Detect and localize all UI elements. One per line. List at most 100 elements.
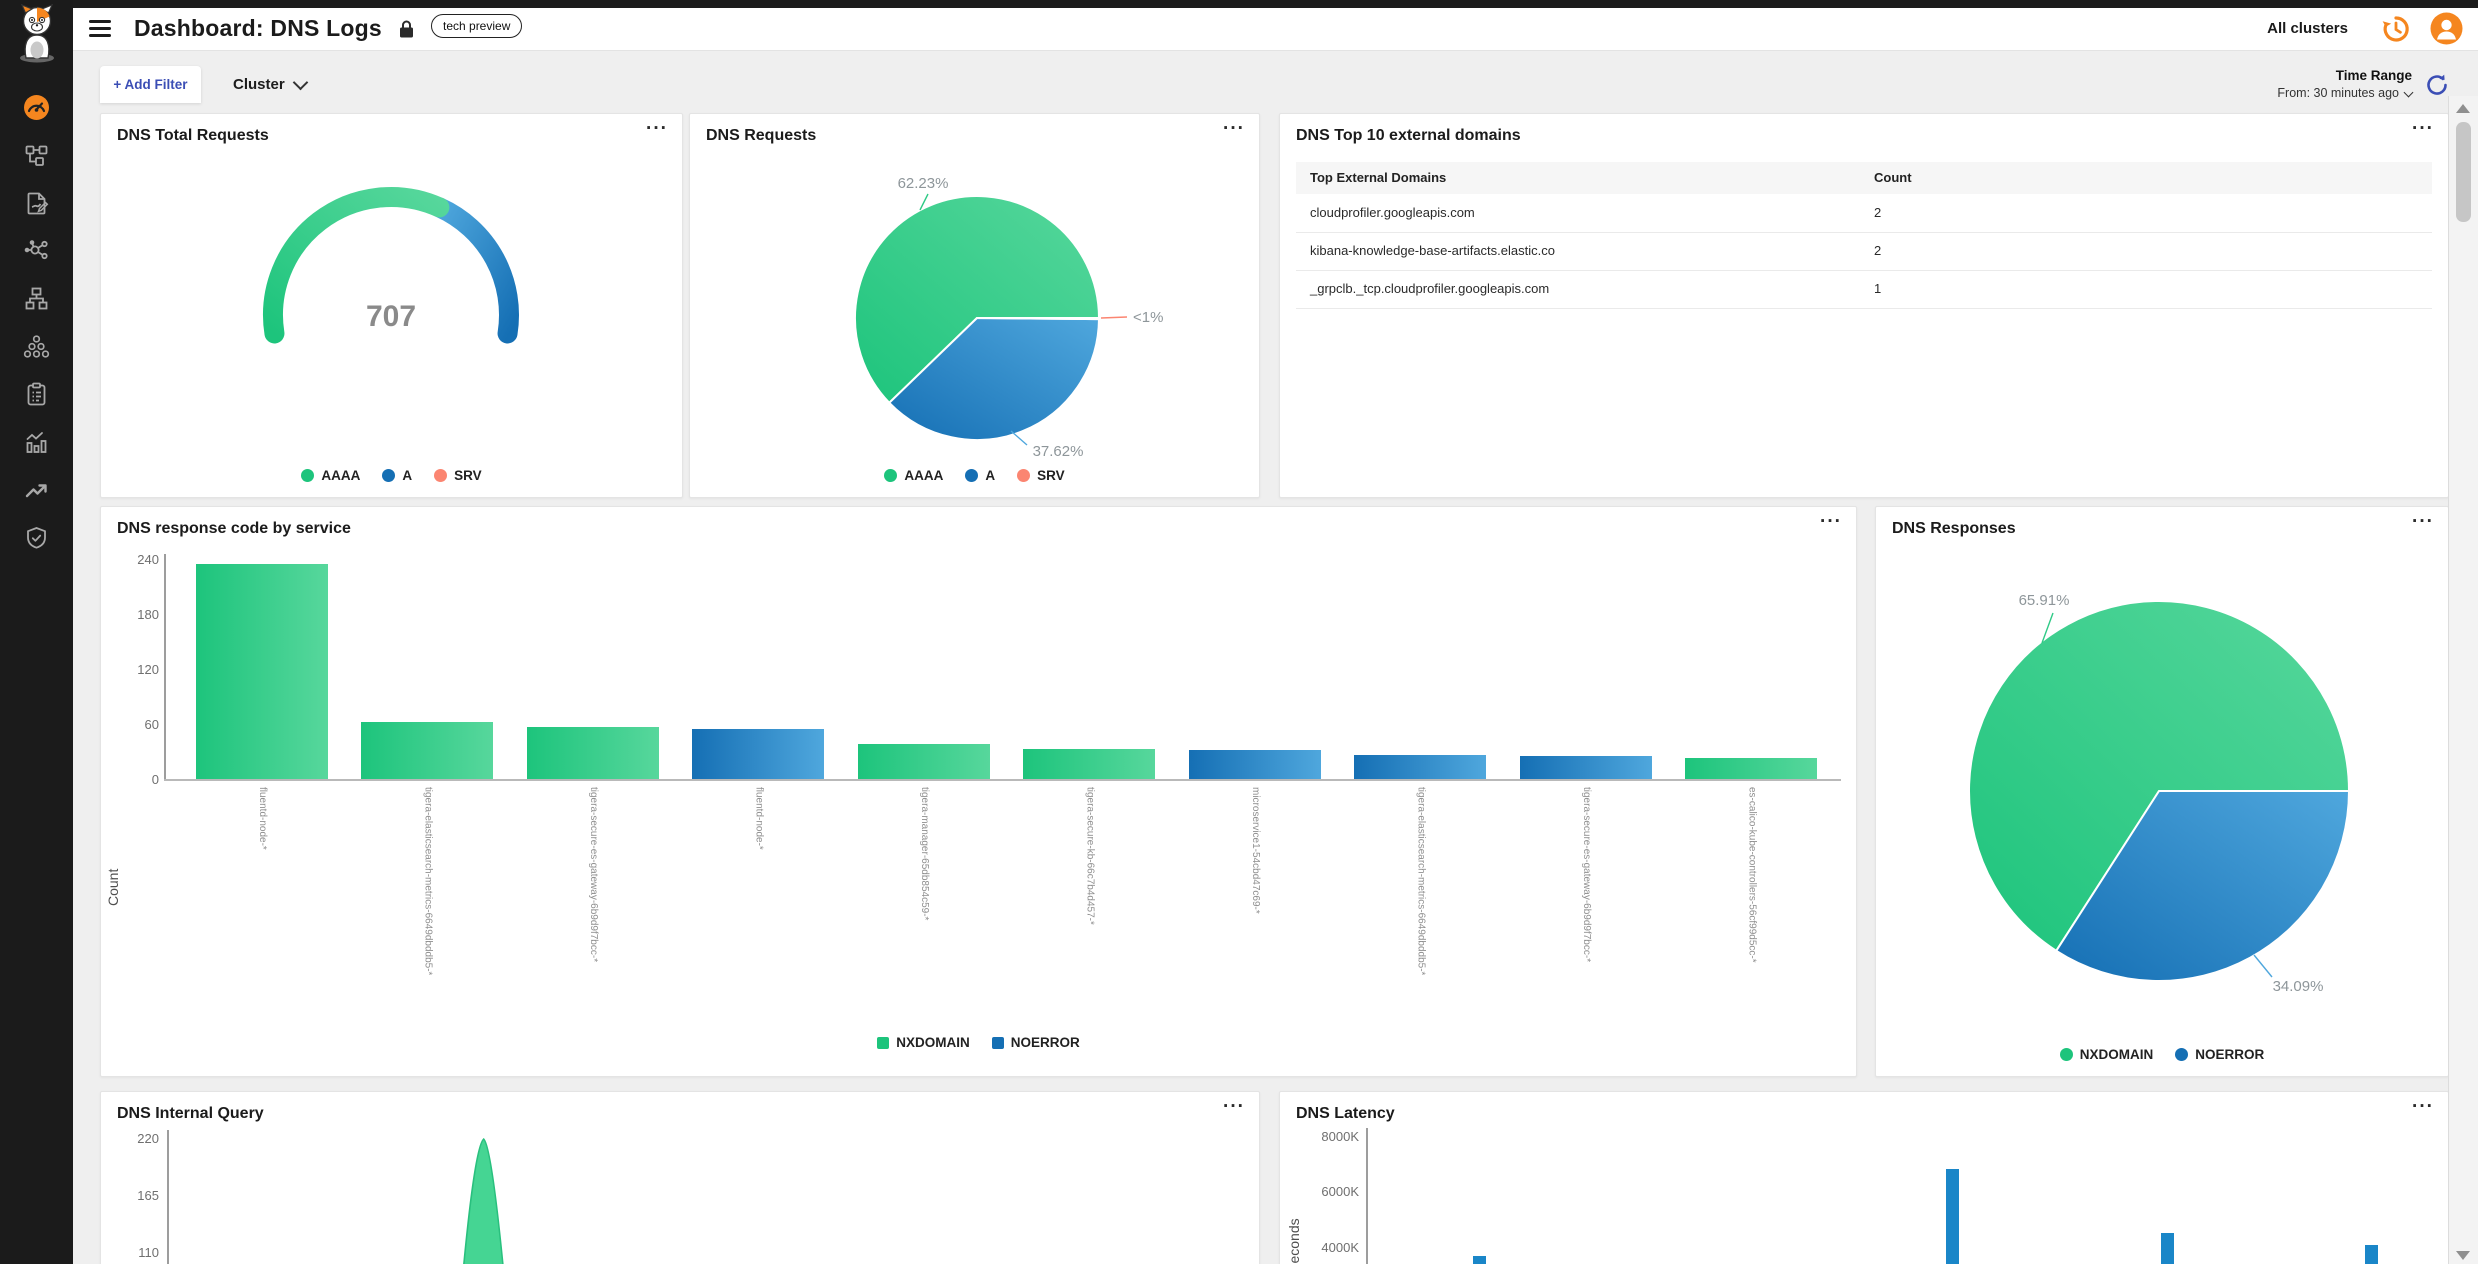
table-cell-domain: kibana-knowledge-base-artifacts.elastic.… xyxy=(1310,243,1555,258)
panel-menu-button[interactable]: ··· xyxy=(646,118,668,140)
sidebar-item-dashboard gauge-icon[interactable] xyxy=(23,94,50,121)
time-range-label: Time Range xyxy=(2277,68,2412,83)
x-category-label: fluentd-node-* xyxy=(256,787,268,975)
legend-label: SRV xyxy=(1037,468,1065,483)
legend-item[interactable]: SRV xyxy=(434,468,482,483)
scrollbar-track[interactable] xyxy=(2448,96,2478,1264)
sidebar-item-trend-arrow-icon[interactable] xyxy=(23,477,50,504)
bar-noerror[interactable] xyxy=(692,729,824,779)
pie-chart-dns-responses: 65.91% 34.09% xyxy=(1876,547,2446,1017)
refresh-icon[interactable] xyxy=(2424,72,2450,98)
x-category-label: tigera-elasticsearch-metrics-6649dbddb5-… xyxy=(421,787,433,975)
latency-bar[interactable] xyxy=(2161,1233,2174,1264)
legend-item[interactable]: SRV xyxy=(1017,468,1065,483)
sidebar-item-cluster-nodes-icon[interactable] xyxy=(23,333,50,360)
history-icon[interactable] xyxy=(2380,13,2412,45)
x-category-label: tigera-secure-es-gateway-6b9d9f7bcc-* xyxy=(1580,787,1592,975)
area-chart-spike[interactable] xyxy=(101,1092,1259,1264)
scrollbar-thumb[interactable] xyxy=(2456,122,2471,222)
legend-item[interactable]: A xyxy=(382,468,412,483)
legend-label: SRV xyxy=(454,468,482,483)
calico-cat-logo[interactable] xyxy=(9,3,65,63)
panel-menu-button[interactable]: ··· xyxy=(1223,118,1245,140)
table-column-header[interactable]: Count xyxy=(1874,170,1912,185)
bar-nxdomain[interactable] xyxy=(1685,758,1817,779)
y-axis-label: Nanoseconds xyxy=(1286,1184,1302,1264)
latency-bar[interactable] xyxy=(1473,1256,1486,1264)
latency-bar[interactable] xyxy=(1946,1169,1959,1264)
latency-bar[interactable] xyxy=(2365,1245,2378,1264)
sidebar-item-shield-security-icon[interactable] xyxy=(23,525,50,552)
panel-menu-button[interactable]: ··· xyxy=(2412,1096,2434,1118)
table-row[interactable]: _grpclb._tcp.cloudprofiler.googleapis.co… xyxy=(1296,270,2432,309)
panel-dns-top10-external-domains: DNS Top 10 external domains ··· Top Exte… xyxy=(1279,113,2449,498)
top-dark-strip xyxy=(0,0,2478,8)
legend-item[interactable]: NXDOMAIN xyxy=(2060,1047,2154,1062)
panel-title: DNS response code by service xyxy=(117,520,351,538)
bar-nxdomain[interactable] xyxy=(1023,749,1155,779)
scrollbar-down-arrow[interactable] xyxy=(2456,1251,2470,1260)
bar-nxdomain[interactable] xyxy=(858,744,990,779)
sidebar-item-analytics-chart-icon[interactable] xyxy=(23,429,50,456)
legend-dot xyxy=(2060,1048,2073,1061)
legend: AAAA A SRV xyxy=(690,468,1259,483)
y-tick: 240 xyxy=(109,552,159,567)
bar-noerror[interactable] xyxy=(1354,755,1486,779)
panel-dns-internal-query: DNS Internal Query ··· 220 165 110 xyxy=(100,1091,1260,1264)
sidebar-item-flow-tree-icon[interactable] xyxy=(23,142,50,169)
legend-item[interactable]: NOERROR xyxy=(2175,1047,2264,1062)
pie-slice-srv[interactable] xyxy=(977,318,1099,319)
user-avatar[interactable] xyxy=(2430,12,2463,45)
y-tick: 8000K xyxy=(1299,1129,1359,1144)
legend: NXDOMAIN NOERROR xyxy=(101,1035,1856,1050)
bar-noerror[interactable] xyxy=(1520,756,1652,779)
scrollbar-up-arrow[interactable] xyxy=(2456,104,2470,113)
hamburger-menu-button[interactable] xyxy=(89,20,111,37)
y-tick: 6000K xyxy=(1299,1184,1359,1199)
bar-noerror[interactable] xyxy=(1189,750,1321,779)
legend-item[interactable]: AAAA xyxy=(884,468,943,483)
table-row[interactable]: kibana-knowledge-base-artifacts.elastic.… xyxy=(1296,232,2432,271)
sidebar-item-network-sitemap-icon[interactable] xyxy=(23,285,50,312)
legend-label: NXDOMAIN xyxy=(896,1035,970,1050)
bar-nxdomain[interactable] xyxy=(527,727,659,779)
bar-nxdomain[interactable] xyxy=(196,564,328,779)
table-cell-count: 2 xyxy=(1874,205,1881,220)
app-header: Dashboard: DNS Logs tech preview All clu… xyxy=(73,8,2478,51)
sidebar-item-clipboard-report-icon[interactable] xyxy=(23,381,50,408)
add-filter-button[interactable]: + Add Filter xyxy=(100,66,201,103)
panel-menu-button[interactable]: ··· xyxy=(2412,118,2434,140)
legend: NXDOMAIN NOERROR xyxy=(1876,1047,2448,1062)
table-row[interactable]: cloudprofiler.googleapis.com 2 xyxy=(1296,194,2432,233)
sidebar-item-document-edit-icon[interactable] xyxy=(23,190,50,217)
bar-nxdomain[interactable] xyxy=(361,722,493,779)
legend-item[interactable]: AAAA xyxy=(301,468,360,483)
pie-slice-label: <1% xyxy=(1133,309,1163,326)
pie-slice-label: 34.09% xyxy=(2273,978,2324,995)
x-category-label: es-calico-kube-controllers-56cf99d5cc-* xyxy=(1745,787,1757,975)
table-cell-count: 1 xyxy=(1874,281,1881,296)
pie-slice-label: 65.91% xyxy=(2019,592,2070,609)
tech-preview-badge: tech preview xyxy=(431,14,522,38)
y-axis-label: Count xyxy=(105,796,121,906)
x-category-label: tigera-elasticsearch-metrics-6649dbddb5-… xyxy=(1414,787,1426,975)
panel-title: DNS Top 10 external domains xyxy=(1296,127,1521,145)
legend-dot xyxy=(301,469,314,482)
app-root: Dashboard: DNS Logs tech preview All clu… xyxy=(0,0,2478,1264)
legend-dot xyxy=(2175,1048,2188,1061)
legend-item[interactable]: NOERROR xyxy=(992,1035,1080,1050)
all-clusters-selector[interactable]: All clusters xyxy=(2267,20,2348,37)
legend-dot xyxy=(884,469,897,482)
table-cell-domain: _grpclb._tcp.cloudprofiler.googleapis.co… xyxy=(1310,281,1549,296)
sidebar-item-service-graph-icon[interactable] xyxy=(23,237,50,264)
panel-dns-responses: DNS Responses ··· 65.91% 34.09% NXDOMAIN… xyxy=(1875,506,2449,1077)
table-column-header[interactable]: Top External Domains xyxy=(1310,170,1446,185)
cluster-dropdown[interactable]: Cluster xyxy=(233,76,306,93)
bar-chart-plot xyxy=(179,559,1834,779)
panel-menu-button[interactable]: ··· xyxy=(2412,511,2434,533)
time-range-value[interactable]: From: 30 minutes ago xyxy=(2277,86,2412,100)
legend-item[interactable]: NXDOMAIN xyxy=(877,1035,970,1050)
panel-menu-button[interactable]: ··· xyxy=(1820,511,1842,533)
legend-label: NOERROR xyxy=(1011,1035,1080,1050)
legend-item[interactable]: A xyxy=(965,468,995,483)
